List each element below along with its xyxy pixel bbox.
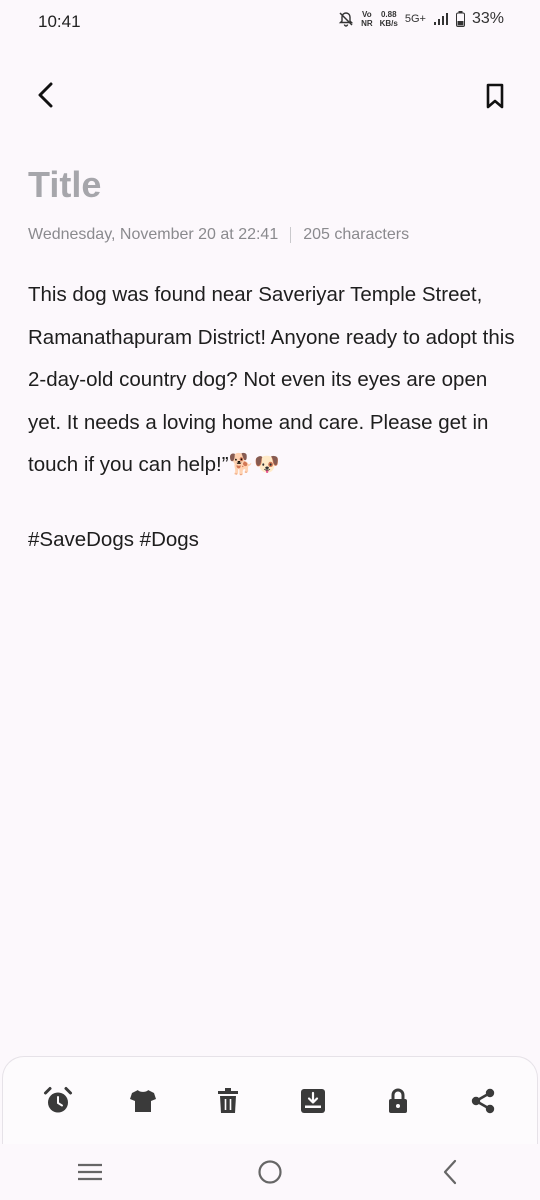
network-speed: 0.88 KB/s (379, 10, 398, 28)
shirt-icon (129, 1089, 156, 1112)
signal-icon (433, 13, 448, 25)
char-count: 205 characters (303, 226, 410, 243)
recent-apps-button[interactable] (60, 1152, 120, 1192)
theme-button[interactable] (121, 1079, 165, 1123)
chevron-left-icon (38, 82, 53, 108)
battery-percent: 33% (471, 10, 504, 27)
lock-icon (388, 1088, 407, 1113)
note-meta: Wednesday, November 20 at 22:41 205 char… (28, 226, 409, 244)
battery-icon (455, 11, 465, 27)
recent-apps-icon (78, 1163, 102, 1181)
bottom-toolbar (2, 1056, 538, 1144)
mute-bell-icon (338, 12, 354, 27)
vonr-indicator: Vo NR (361, 10, 373, 28)
home-icon (258, 1160, 282, 1184)
lock-button[interactable] (376, 1079, 420, 1123)
note-body[interactable]: This dog was found near Saveriyar Temple… (28, 274, 518, 487)
note-title-input[interactable]: Title (28, 164, 101, 206)
trash-icon (217, 1087, 238, 1113)
network-type: 5G+ (404, 13, 426, 25)
delete-button[interactable] (206, 1079, 250, 1123)
share-button[interactable] (461, 1079, 505, 1123)
save-icon (300, 1088, 325, 1113)
share-icon (471, 1088, 494, 1113)
bookmark-button[interactable] (480, 80, 510, 112)
system-nav-bar (0, 1144, 540, 1200)
nav-back-button[interactable] (420, 1152, 480, 1192)
status-bar: 10:41 Vo NR 0.88 KB/s 5G+ 33% (0, 0, 540, 44)
reminder-button[interactable] (36, 1079, 80, 1123)
save-button[interactable] (291, 1079, 335, 1123)
back-icon (443, 1159, 457, 1185)
status-icons: Vo NR 0.88 KB/s 5G+ 33% (338, 10, 504, 28)
note-hashtags[interactable]: #SaveDogs #Dogs (28, 528, 199, 552)
meta-divider (290, 227, 292, 243)
alarm-icon (43, 1086, 72, 1112)
back-button[interactable] (30, 78, 62, 112)
bookmark-icon (486, 83, 504, 109)
home-button[interactable] (240, 1152, 300, 1192)
note-date: Wednesday, November 20 at 22:41 (28, 226, 279, 243)
status-time: 10:41 (38, 12, 81, 31)
